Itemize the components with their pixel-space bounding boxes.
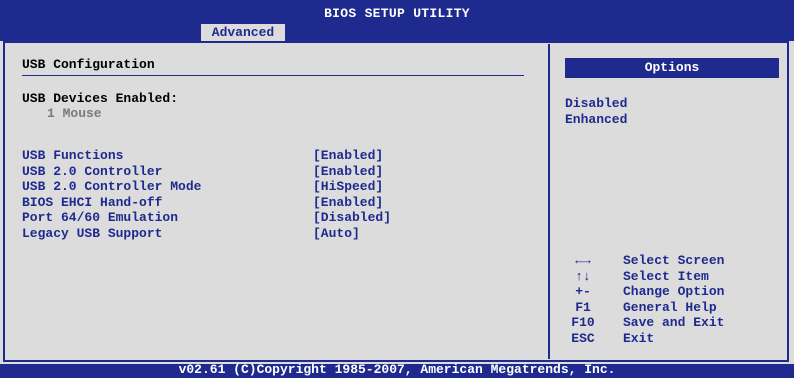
help-row: ←→ Select Screen	[563, 253, 783, 269]
key-help: ←→ Select Screen ↑↓ Select Item +- Chang…	[563, 253, 783, 346]
setting-label: BIOS EHCI Hand-off	[22, 194, 163, 210]
setting-value[interactable]: [Enabled]	[313, 164, 383, 179]
section-title: USB Configuration	[22, 57, 155, 72]
help-row: +- Change Option	[563, 284, 783, 300]
left-right-arrows-icon: ←→	[575, 253, 591, 268]
setting-label: USB 2.0 Controller Mode	[22, 179, 202, 194]
help-row: ESC Exit	[563, 331, 783, 347]
help-action: Save and Exit	[623, 315, 725, 330]
usb-devices-label: USB Devices Enabled:	[22, 91, 179, 106]
setting-value[interactable]: [Enabled]	[313, 195, 383, 210]
setting-value[interactable]: [HiSpeed]	[313, 179, 383, 194]
up-down-arrows-icon: ↑↓	[575, 268, 591, 284]
panel-divider	[548, 44, 550, 359]
help-action: Select Item	[623, 268, 709, 284]
setting-label: USB 2.0 Controller	[22, 163, 163, 179]
help-action: Exit	[623, 330, 655, 346]
bios-screen: BIOS SETUP UTILITY Advanced USB Configur…	[0, 0, 794, 378]
help-key: F1	[575, 299, 591, 315]
setting-label: Legacy USB Support	[22, 225, 163, 241]
help-action: General Help	[623, 299, 717, 315]
option-enhanced[interactable]: Enhanced	[565, 112, 627, 128]
copyright-text: v02.61 (C)Copyright 1985-2007, American …	[178, 362, 616, 377]
usb-devices-value: 1 Mouse	[47, 106, 102, 121]
options-list: Disabled Enhanced	[565, 96, 627, 128]
help-row: F1 General Help	[563, 300, 783, 316]
setting-value[interactable]: [Enabled]	[313, 148, 383, 163]
setting-value[interactable]: [Disabled]	[313, 210, 391, 225]
help-row: F10 Save and Exit	[563, 315, 783, 331]
setting-value[interactable]: [Auto]	[313, 226, 360, 241]
help-key: F10	[571, 315, 595, 330]
help-key: ESC	[571, 330, 595, 346]
help-row: ↑↓ Select Item	[563, 269, 783, 285]
help-action: Change Option	[623, 284, 725, 299]
bios-title: BIOS SETUP UTILITY	[324, 6, 470, 21]
help-key: +-	[575, 284, 591, 299]
tab-advanced[interactable]: Advanced	[201, 24, 285, 41]
option-disabled[interactable]: Disabled	[565, 96, 627, 112]
options-header: Options	[565, 58, 779, 78]
section-rule	[22, 75, 524, 76]
setting-label: Port 64/60 Emulation	[22, 210, 179, 225]
setting-label: USB Functions	[22, 148, 124, 163]
help-action: Select Screen	[623, 253, 725, 268]
